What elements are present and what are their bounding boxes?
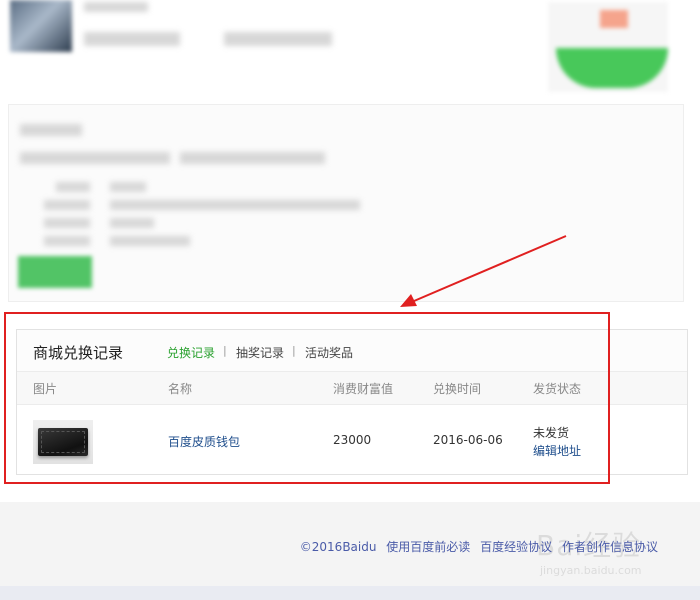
- footer-link-agreement[interactable]: 百度经验协议: [480, 540, 552, 554]
- watermark-sub: jingyan.baidu.com: [540, 564, 642, 577]
- footer-link-usage[interactable]: 使用百度前必读: [386, 540, 470, 554]
- footer-links: ©2016Baidu 使用百度前必读 百度经验协议 作者创作信息协议: [294, 538, 658, 555]
- main-area: 商城兑换记录 兑换记录 | 抽奖记录 | 活动奖品 图片 名称 消费财富值 兑换…: [0, 0, 700, 502]
- footer-copyright: ©2016Baidu: [299, 540, 377, 554]
- footer-bottom-bar: [0, 586, 700, 600]
- footer-link-author[interactable]: 作者创作信息协议: [562, 540, 658, 554]
- annotation-arrow: [400, 235, 567, 307]
- footer: Bai经验 jingyan.baidu.com ©2016Baidu 使用百度前…: [0, 502, 700, 600]
